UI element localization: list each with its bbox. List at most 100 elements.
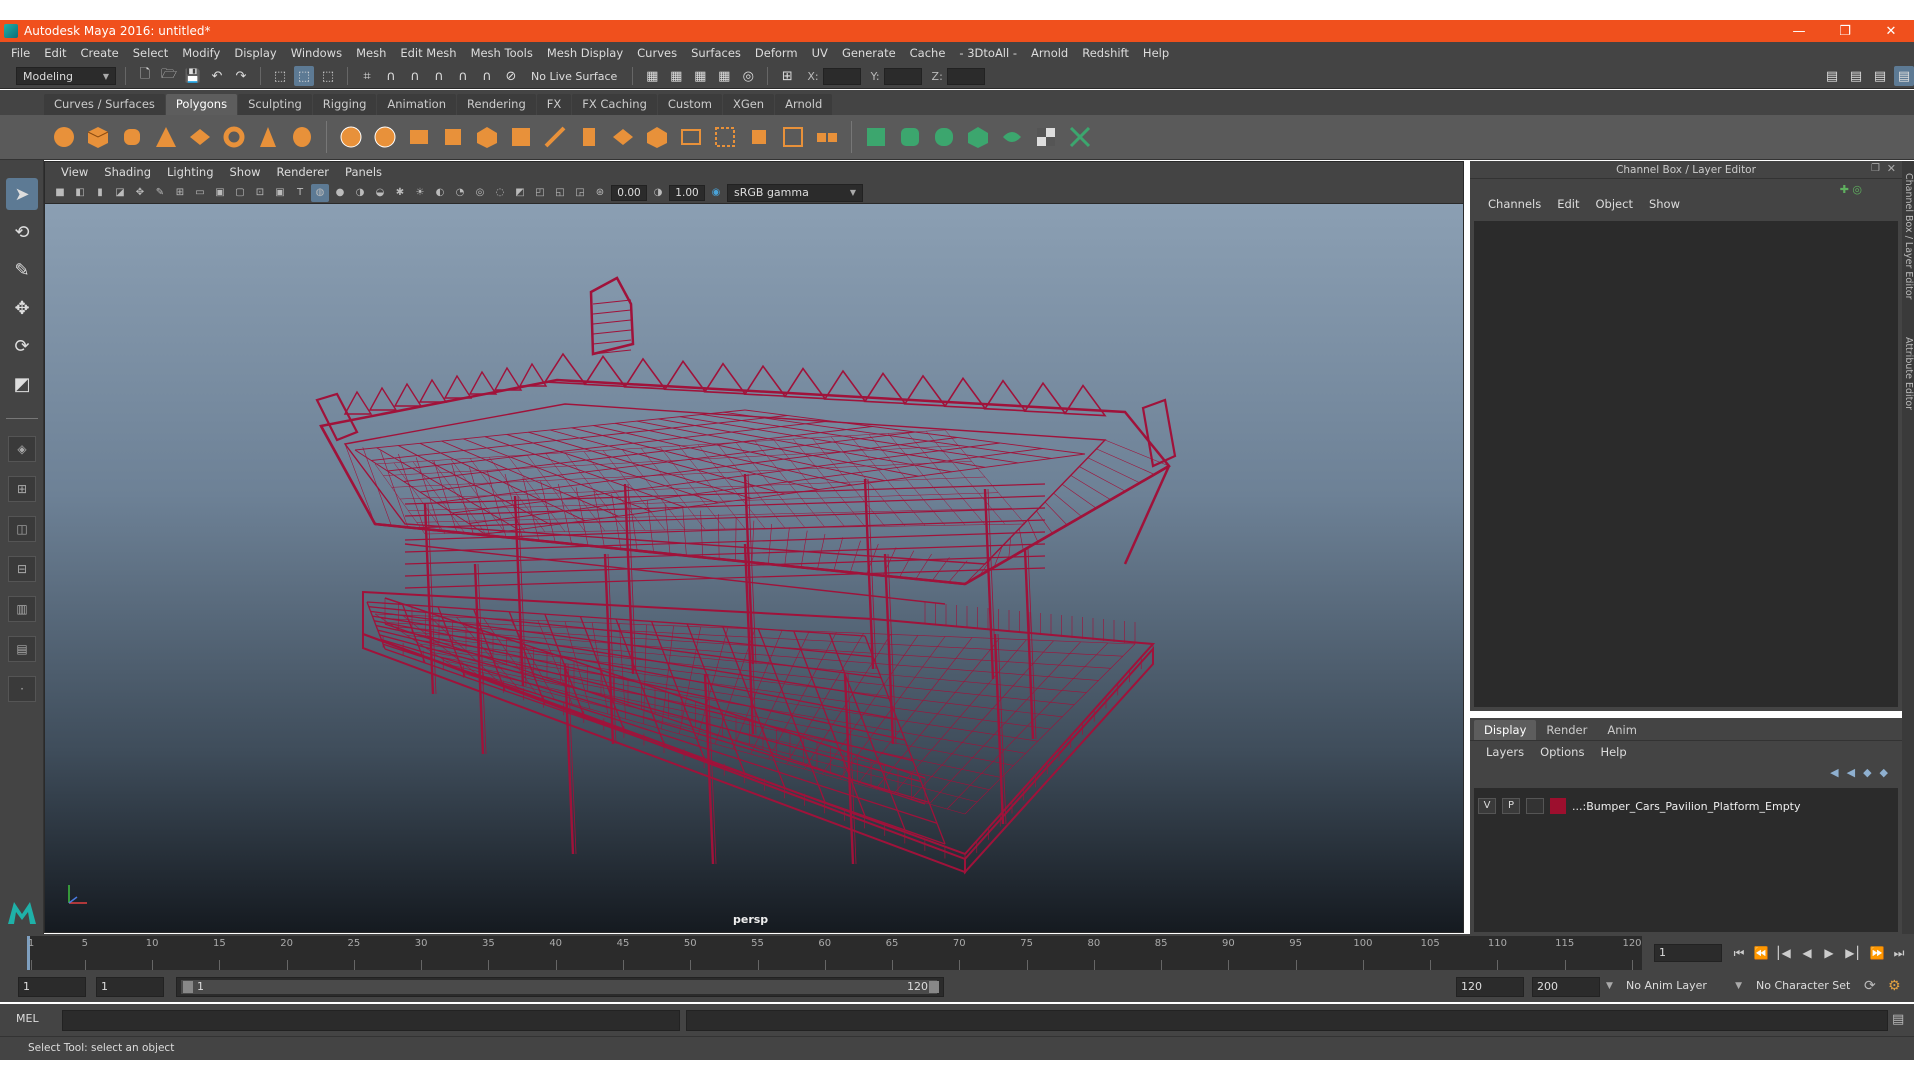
range-start-handle[interactable] (183, 981, 193, 993)
menu-modify[interactable]: Modify (175, 46, 227, 60)
resolution-gate-icon[interactable]: ▣ (211, 184, 229, 202)
time-ruler[interactable]: 1 5 10 15 20 25 30 35 40 45 50 55 60 65 70 75 80 85 90 95 10… (27, 936, 1642, 970)
planar-uv-icon[interactable] (862, 123, 890, 151)
xray-icon[interactable]: ◰ (531, 184, 549, 202)
range-track[interactable]: 1 120 (176, 977, 944, 997)
shelf-tab-rendering[interactable]: Rendering (457, 94, 536, 115)
shelf-tab-xgen[interactable]: XGen (722, 94, 775, 115)
new-layer-selected-icon[interactable]: ◆ (1880, 766, 1888, 779)
safe-title-icon[interactable]: T (291, 184, 309, 202)
bevel-icon[interactable] (643, 123, 671, 151)
wireframe-on-shaded-icon[interactable]: ◑ (351, 184, 369, 202)
close-panel-icon[interactable]: ✕ (1887, 162, 1896, 175)
menu-file[interactable]: File (4, 46, 37, 60)
character-set-dropdown[interactable]: No Character Set (1752, 977, 1862, 997)
exposure-input[interactable]: 0.00 (611, 184, 647, 201)
select-object-icon[interactable]: ⬚ (294, 66, 314, 86)
paint-select-tool-icon[interactable]: ✎ (6, 254, 38, 286)
render-current-icon[interactable]: ▦ (690, 66, 710, 86)
float-panel-icon[interactable]: ❐ (1871, 163, 1880, 174)
step-forward-key-icon[interactable]: ⏩ (1868, 944, 1886, 962)
move-layer-up-icon[interactable]: ◀ (1830, 766, 1838, 779)
color-management-icon[interactable]: ◉ (707, 184, 725, 202)
multicut-icon[interactable] (541, 123, 569, 151)
current-frame-input[interactable]: 1 (1654, 944, 1722, 962)
film-gate-icon[interactable]: ▭ (191, 184, 209, 202)
shelf-tab-sculpting[interactable]: Sculpting (238, 94, 312, 115)
animation-start-input[interactable]: 1 (18, 977, 86, 997)
range-bar[interactable] (181, 980, 937, 994)
menu-3dtoall[interactable]: - 3DtoAll - (952, 46, 1024, 60)
uv-layout-icon[interactable] (1066, 123, 1094, 151)
live-surface-label[interactable]: No Live Surface (525, 70, 623, 83)
channel-box-icon[interactable]: ▤ (1894, 66, 1914, 86)
play-forwards-icon[interactable]: ▶ (1820, 944, 1838, 962)
menu-display[interactable]: Display (227, 46, 283, 60)
snap-point-icon[interactable]: ∩ (405, 66, 425, 86)
magnet-icon[interactable]: ∩ (477, 66, 497, 86)
poly-prism-icon[interactable] (254, 123, 282, 151)
isolate-select-icon[interactable]: ◩ (511, 184, 529, 202)
poly-cube-icon[interactable] (84, 123, 112, 151)
panel-menu-shading[interactable]: Shading (96, 165, 159, 179)
outliner-layout-icon[interactable]: ▤ (8, 636, 36, 662)
view-transform-dropdown[interactable]: sRGB gamma ▼ (727, 183, 863, 202)
select-component-icon[interactable]: ⬚ (318, 66, 338, 86)
channel-box-menu-object[interactable]: Object (1588, 197, 1641, 211)
snap-surface-icon[interactable]: ∩ (453, 66, 473, 86)
shelf-tab-fx[interactable]: FX (536, 94, 572, 115)
extract-icon[interactable] (405, 123, 433, 151)
ipr-render-icon[interactable]: ▦ (714, 66, 734, 86)
panel-menu-show[interactable]: Show (222, 165, 269, 179)
layer-display-type-toggle[interactable] (1526, 798, 1544, 814)
extrude-icon[interactable] (575, 123, 603, 151)
layer-menu-help[interactable]: Help (1592, 745, 1634, 759)
combine-icon[interactable] (337, 123, 365, 151)
smooth-shade-icon[interactable]: ● (331, 184, 349, 202)
lasso-tool-icon[interactable]: ⟲ (6, 216, 38, 248)
menu-generate[interactable]: Generate (835, 46, 903, 60)
poly-cylinder-icon[interactable] (118, 123, 146, 151)
select-hierarchy-icon[interactable]: ⬚ (270, 66, 290, 86)
snap-view-icon[interactable]: ∩ (429, 66, 449, 86)
depth-of-field-icon[interactable]: ◌ (491, 184, 509, 202)
redo-icon[interactable]: ↷ (231, 66, 251, 86)
layer-row[interactable]: V P ...:Bumper_Cars_Pavilion_Platform_Em… (1478, 796, 1894, 816)
field-chart-icon[interactable]: ⊡ (251, 184, 269, 202)
transform-input-icon[interactable]: ⊞ (777, 66, 797, 86)
shadows-icon[interactable]: ☀ (411, 184, 429, 202)
shelf-tab-arnold[interactable]: Arnold (775, 94, 833, 115)
menu-redshift[interactable]: Redshift (1075, 46, 1136, 60)
ambient-occlusion-icon[interactable]: ◐ (431, 184, 449, 202)
poly-torus-icon[interactable] (220, 123, 248, 151)
gamma-icon[interactable]: ◑ (649, 184, 667, 202)
scale-tool-icon[interactable]: ◩ (6, 368, 38, 400)
menu-edit-mesh[interactable]: Edit Mesh (393, 46, 463, 60)
poly-sphere-icon[interactable] (50, 123, 78, 151)
gate-mask-icon[interactable]: ▢ (231, 184, 249, 202)
graph-editor-layout-icon[interactable]: ▥ (8, 596, 36, 622)
auto-key-icon[interactable]: ⟳ (1864, 978, 1876, 994)
menu-deform[interactable]: Deform (748, 46, 805, 60)
move-layer-down-icon[interactable]: ◀ (1847, 766, 1855, 779)
xray-components-icon[interactable]: ◲ (571, 184, 589, 202)
command-input[interactable] (62, 1010, 680, 1031)
gamma-input[interactable]: 1.00 (669, 184, 705, 201)
step-forward-frame-icon[interactable]: ▶⎮ (1844, 944, 1862, 962)
spherical-uv-icon[interactable] (930, 123, 958, 151)
uv-checker-icon[interactable] (1032, 123, 1060, 151)
playback-start-input[interactable]: 1 (96, 977, 164, 997)
smooth-icon[interactable] (439, 123, 467, 151)
new-scene-icon[interactable]: 🗋 (135, 66, 155, 86)
poly-pipe-icon[interactable] (288, 123, 316, 151)
channel-box-menu-edit[interactable]: Edit (1549, 197, 1587, 211)
menu-create[interactable]: Create (74, 46, 126, 60)
chevron-down-icon[interactable]: ▼ (1606, 981, 1613, 991)
xray-joints-icon[interactable]: ◱ (551, 184, 569, 202)
poly-plane-icon[interactable] (186, 123, 214, 151)
rotate-tool-icon[interactable]: ⟳ (6, 330, 38, 362)
go-to-start-icon[interactable]: ⏮ (1730, 944, 1748, 962)
wireframe-icon[interactable]: ◍ (311, 183, 329, 202)
fill-hole-icon[interactable] (677, 123, 705, 151)
open-scene-icon[interactable]: 🗁 (159, 66, 179, 86)
